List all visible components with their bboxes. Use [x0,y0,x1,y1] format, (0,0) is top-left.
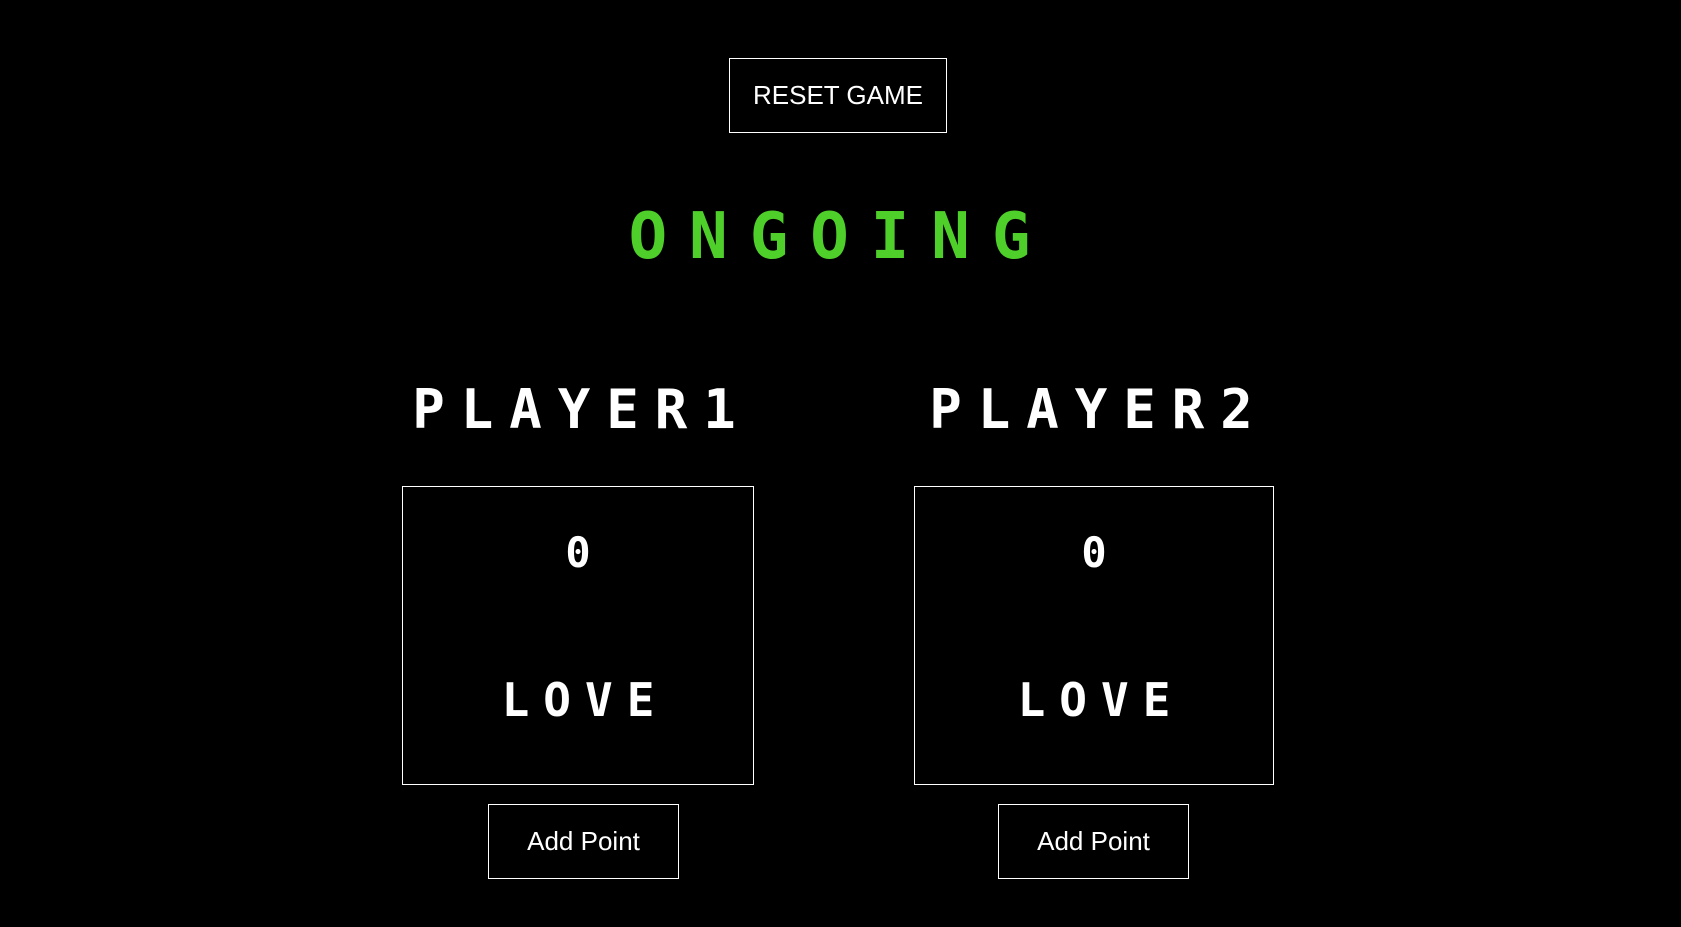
reset-game-button[interactable]: RESET GAME [729,58,947,133]
game-status: ONGOING [628,200,1053,274]
player2-name: PLAYER2 [929,378,1269,441]
player2-score-word: LOVE [1017,673,1185,727]
player2-score-number: 0 [1081,528,1107,577]
player2-score-box: 0 LOVE [914,486,1274,785]
player1-score-number: 0 [565,528,591,577]
player1-name: PLAYER1 [412,378,752,441]
player1-score-word: LOVE [501,673,669,727]
player1-add-point-button[interactable]: Add Point [488,804,679,879]
player1-score-box: 0 LOVE [402,486,754,785]
player2-add-point-button[interactable]: Add Point [998,804,1189,879]
